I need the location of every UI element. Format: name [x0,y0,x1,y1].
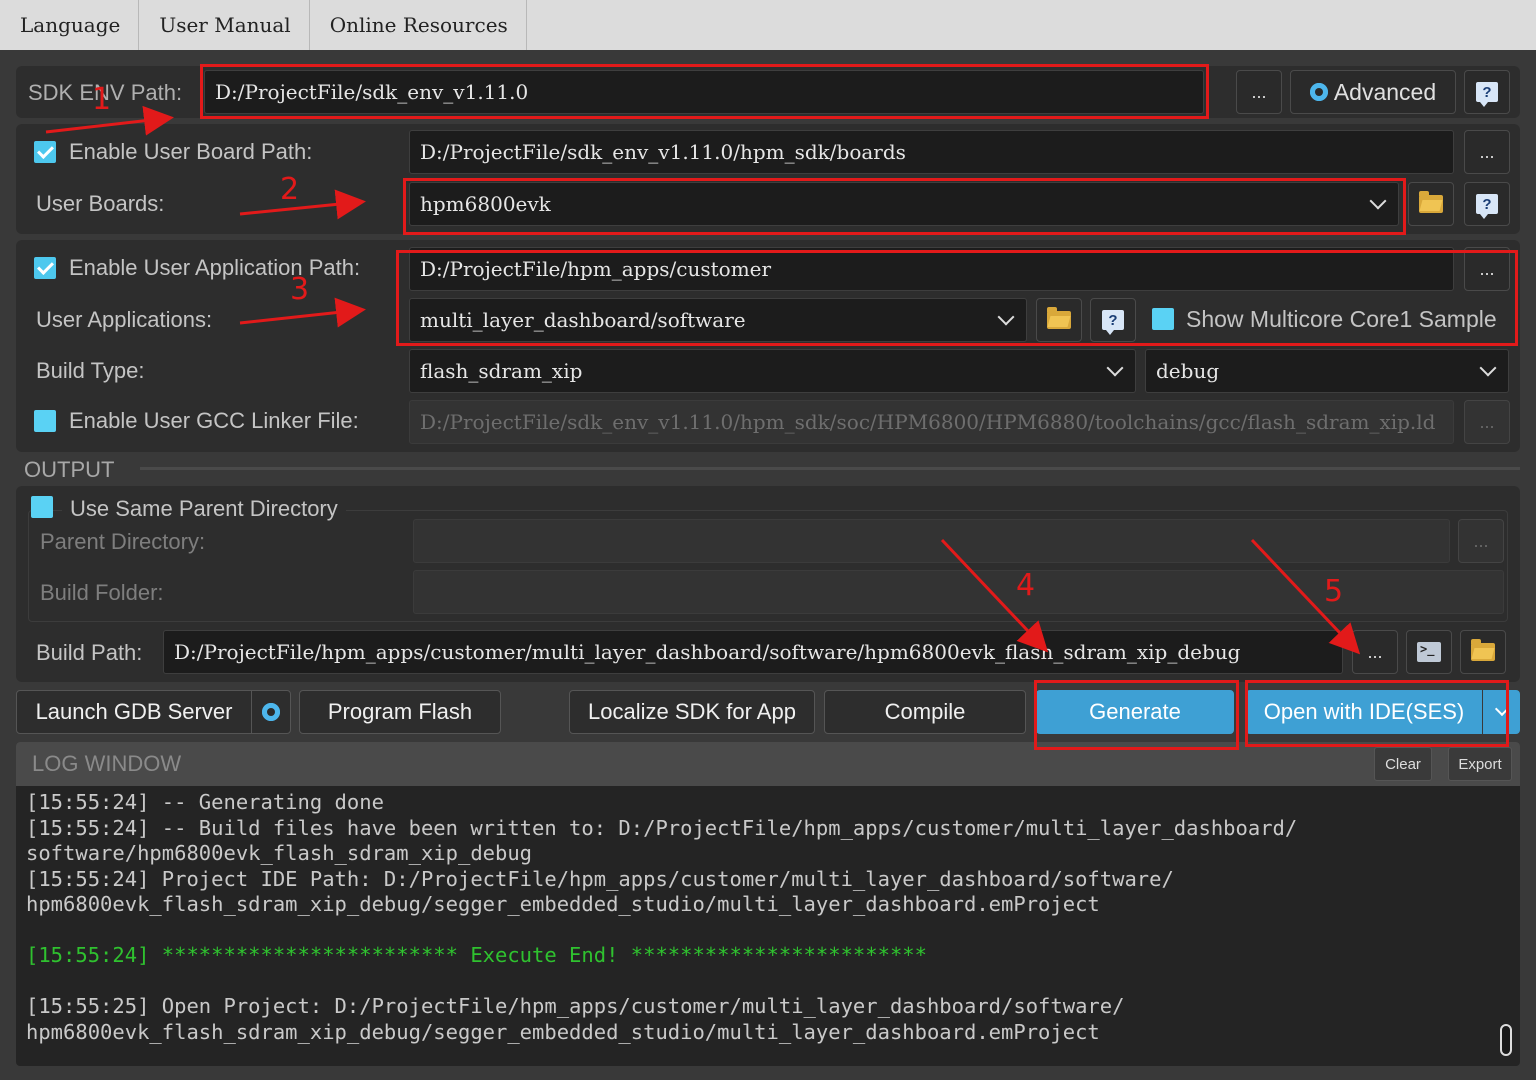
use-same-parent-label: Use Same Parent Directory [62,496,346,522]
user-applications-label: User Applications: [36,307,213,332]
chevron-down-icon [1369,192,1387,210]
build-folder-label: Build Folder: [40,580,164,605]
log-line: hpm6800evk_flash_sdram_xip_debug/segger_… [26,892,1100,916]
open-ide-dropdown-button[interactable] [1483,690,1520,734]
log-line: hpm6800evk_flash_sdram_xip_debug/segger_… [26,1019,1100,1044]
log-line: [15:55:24] -- Generating done [26,790,384,814]
enable-gcc-linker-checkbox[interactable] [34,410,56,432]
board-help-button[interactable]: ? [1464,182,1510,226]
enable-gcc-linker-label: Enable User GCC Linker File: [69,408,359,433]
annotation-number-3: 3 [290,272,310,307]
program-flash-button[interactable]: Program Flash [299,690,501,734]
help-icon: ? [1476,194,1498,219]
user-boards-select[interactable]: hpm6800evk [409,182,1399,226]
annotation-number-5: 5 [1324,574,1344,609]
build-config-value: debug [1156,359,1220,383]
terminal-icon [1417,642,1441,662]
parent-directory-browse-button[interactable]: ... [1458,519,1504,563]
sdk-env-path-input[interactable]: D:/ProjectFile/sdk_env_v1.11.0 [204,70,1204,114]
menu-user-manual[interactable]: User Manual [139,0,310,50]
build-type-select[interactable]: flash_sdram_xip [409,349,1136,393]
gcc-linker-path-input[interactable]: D:/ProjectFile/sdk_env_v1.11.0/hpm_sdk/s… [409,400,1454,444]
parent-directory-input[interactable] [413,519,1450,563]
log-clear-button[interactable]: Clear [1374,747,1432,781]
use-same-parent-checkbox[interactable] [31,496,53,518]
folder-icon [1471,639,1495,661]
enable-user-app-checkbox[interactable] [34,257,56,279]
generate-button[interactable]: Generate [1036,690,1234,734]
advanced-button-label: Advanced [1333,78,1437,105]
user-board-browse-button[interactable]: ... [1464,130,1510,174]
compile-button[interactable]: Compile [824,690,1026,734]
user-applications-select[interactable]: multi_layer_dashboard/software [409,298,1027,342]
log-output: [15:55:24] -- Generating done [15:55:24]… [26,790,1496,1045]
build-type-value: flash_sdram_xip [420,359,583,383]
output-divider [140,467,1520,470]
gcc-linker-browse-button[interactable]: ... [1464,400,1510,444]
gear-icon [262,703,280,721]
build-type-label: Build Type: [36,358,145,383]
menu-bar: Language User Manual Online Resources [0,0,1536,50]
build-path-input[interactable]: D:/ProjectFile/hpm_apps/customer/multi_l… [163,630,1343,674]
user-boards-value: hpm6800evk [420,192,551,216]
chevron-down-icon [1106,359,1124,377]
user-boards-folder-button[interactable] [1408,182,1454,226]
folder-icon [1419,191,1443,213]
launch-gdb-server-button[interactable]: Launch GDB Server [16,690,252,734]
log-export-button[interactable]: Export [1448,747,1512,781]
localize-sdk-button[interactable]: Localize SDK for App [569,690,815,734]
log-scrollbar-thumb[interactable] [1500,1024,1512,1056]
log-line: [15:55:24] -- Build files have been writ… [26,815,1298,840]
menu-language[interactable]: Language [0,0,140,50]
user-board-path-input[interactable]: D:/ProjectFile/sdk_env_v1.11.0/hpm_sdk/b… [409,130,1454,174]
build-path-browse-button[interactable]: ... [1352,630,1398,674]
log-window-title: LOG WINDOW [32,751,182,776]
chevron-down-icon [997,308,1015,326]
chevron-down-icon [1494,701,1509,717]
parent-directory-label: Parent Directory: [40,529,206,554]
sdk-help-button[interactable]: ? [1464,70,1510,114]
user-app-folder-button[interactable] [1036,298,1082,342]
open-terminal-button[interactable] [1406,630,1452,674]
menu-online-resources[interactable]: Online Resources [310,0,527,50]
user-applications-value: multi_layer_dashboard/software [420,308,746,332]
log-window: LOG WINDOW Clear Export [15:55:24] -- Ge… [16,742,1520,1066]
user-boards-label: User Boards: [36,191,165,216]
sdk-env-browse-button[interactable]: ... [1236,70,1282,114]
annotation-number-4: 4 [1016,568,1036,603]
advanced-button[interactable]: Advanced [1290,70,1456,114]
gear-icon [1309,83,1328,101]
help-icon: ? [1476,82,1498,107]
app-help-button[interactable]: ? [1090,298,1136,342]
show-multicore-checkbox[interactable] [1152,308,1174,330]
log-window-header: LOG WINDOW Clear Export [16,742,1520,786]
log-line-success: [15:55:24] ************************ Exec… [26,943,927,967]
user-app-browse-button[interactable]: ... [1464,247,1510,291]
user-app-path-input[interactable]: D:/ProjectFile/hpm_apps/customer [409,247,1454,291]
chevron-down-icon [1479,359,1497,377]
show-multicore-label: Show Multicore Core1 Sample [1186,306,1497,332]
help-icon: ? [1102,310,1124,335]
enable-user-app-label: Enable User Application Path: [69,255,361,280]
build-config-select[interactable]: debug [1145,349,1509,393]
enable-user-board-checkbox[interactable] [34,141,56,163]
build-path-label: Build Path: [36,640,143,665]
gdb-settings-button[interactable] [251,690,291,734]
annotation-number-2: 2 [280,172,300,207]
open-with-ide-button[interactable]: Open with IDE(SES) [1246,690,1482,734]
enable-user-board-label: Enable User Board Path: [69,139,313,164]
folder-icon [1047,307,1071,329]
open-build-folder-button[interactable] [1460,630,1506,674]
log-line: software/hpm6800evk_flash_sdram_xip_debu… [26,841,533,865]
log-line: [15:55:25] Open Project: D:/ProjectFile/… [26,994,1125,1018]
annotation-number-1: 1 [92,82,112,117]
log-line: [15:55:24] Project IDE Path: D:/ProjectF… [26,866,1174,891]
output-section-title: OUTPUT [24,457,115,482]
